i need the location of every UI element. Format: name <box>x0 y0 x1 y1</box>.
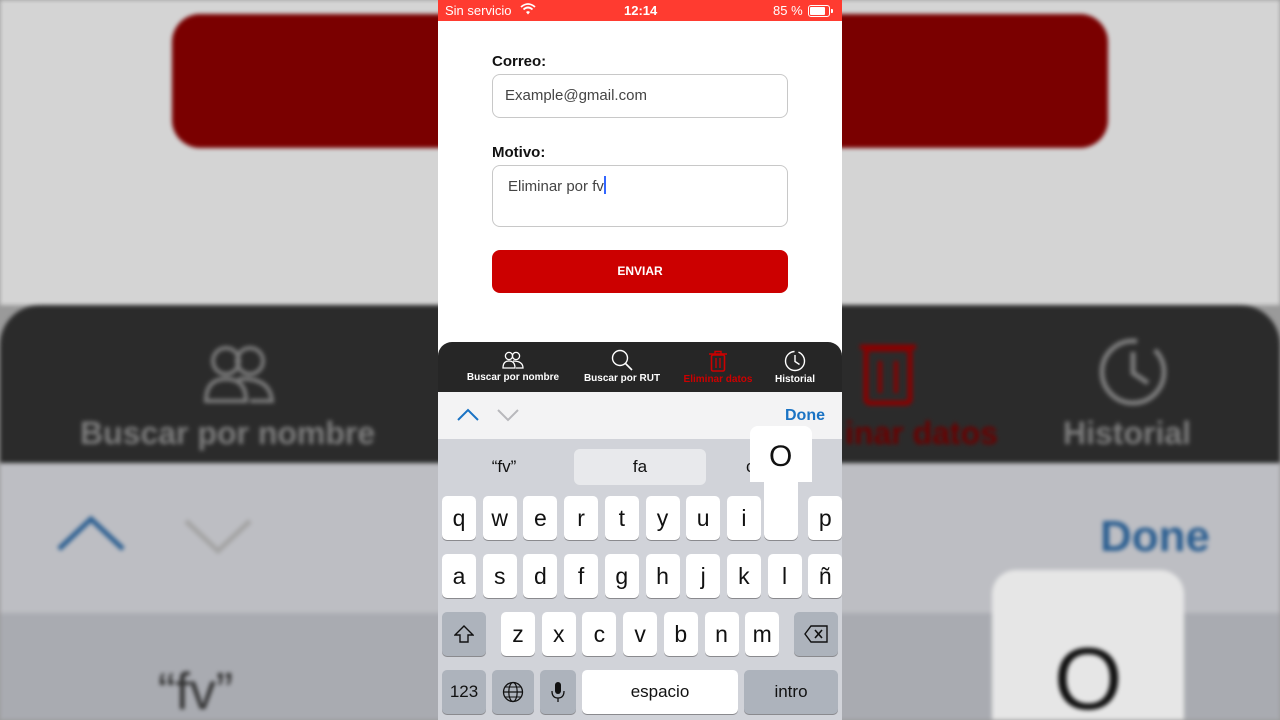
tab-buscar-rut[interactable]: Buscar por RUT <box>574 342 670 392</box>
key-z[interactable]: z <box>501 612 535 656</box>
status-bar: Sin servicio 12:14 85 % <box>438 0 842 21</box>
dictation-key[interactable] <box>540 670 576 714</box>
bg-tab-label: Historial <box>1063 415 1192 451</box>
return-key[interactable]: intro <box>744 670 838 714</box>
bg-key-popup: O <box>992 570 1184 720</box>
key-u[interactable]: u <box>686 496 721 540</box>
numbers-key[interactable]: 123 <box>442 670 486 714</box>
bg-people-icon <box>203 346 275 403</box>
globe-key[interactable] <box>492 670 534 714</box>
shift-key[interactable] <box>442 612 486 656</box>
key-s[interactable]: s <box>482 554 517 598</box>
backspace-key[interactable] <box>794 612 838 656</box>
carrier-label: Sin servicio <box>445 3 512 18</box>
done-button[interactable]: Done <box>785 407 825 425</box>
tab-label: Historial <box>774 374 815 385</box>
bg-tab-label: inar datos <box>845 415 998 451</box>
backspace-icon <box>804 625 828 643</box>
key-r[interactable]: r <box>564 496 599 540</box>
key-w[interactable]: w <box>482 496 517 540</box>
shift-icon <box>453 625 475 643</box>
search-icon <box>611 349 633 371</box>
email-label: Correo: <box>492 53 547 70</box>
tab-label: Buscar por nombre <box>466 372 560 383</box>
key-y[interactable]: y <box>645 496 680 540</box>
clock: 12:14 <box>624 3 658 18</box>
people-icon <box>502 351 524 369</box>
bg-chevron-up-icon <box>57 515 125 551</box>
key-m[interactable]: m <box>745 612 780 656</box>
key-p[interactable]: p <box>808 496 842 540</box>
key-ñ[interactable]: ñ <box>808 554 842 598</box>
key-c[interactable]: c <box>582 612 617 656</box>
key-i[interactable]: i <box>726 496 761 540</box>
reason-field[interactable]: Eliminar por fv <box>492 165 788 227</box>
key-j[interactable]: j <box>686 554 721 598</box>
email-field[interactable]: Example@gmail.com <box>492 74 788 118</box>
suggestion[interactable]: “fv” <box>448 449 560 485</box>
key-k[interactable]: k <box>726 554 761 598</box>
text-caret <box>603 176 606 194</box>
chevron-up-icon[interactable] <box>456 407 480 423</box>
phone-screen: Sin servicio 12:14 85 % Correo: Example@… <box>438 0 842 720</box>
key-e[interactable]: e <box>523 496 558 540</box>
key-h[interactable]: h <box>645 554 680 598</box>
email-value: Example@gmail.com <box>505 87 647 104</box>
bg-trash-icon <box>860 344 916 406</box>
bg-tab-label: Buscar por nombre <box>80 415 376 451</box>
key-a[interactable]: a <box>442 554 476 598</box>
bg-done: Done <box>1100 512 1210 561</box>
key-popup: O <box>750 426 812 482</box>
battery-percent: 85 % <box>773 3 803 18</box>
key-q[interactable]: q <box>442 496 476 540</box>
key-g[interactable]: g <box>604 554 639 598</box>
bg-clock-icon <box>1099 338 1167 406</box>
key-x[interactable]: x <box>541 612 576 656</box>
tab-label: Eliminar datos <box>683 374 753 385</box>
key-f[interactable]: f <box>564 554 599 598</box>
key-d[interactable]: d <box>523 554 558 598</box>
microphone-icon <box>551 682 565 702</box>
bg-chevron-down-icon <box>184 519 252 555</box>
clock-icon <box>784 350 806 372</box>
key-t[interactable]: t <box>604 496 639 540</box>
tab-label: Buscar por RUT <box>583 373 661 384</box>
key-n[interactable]: n <box>704 612 739 656</box>
key-b[interactable]: b <box>663 612 698 656</box>
tab-buscar-nombre[interactable]: Buscar por nombre <box>458 342 568 392</box>
tab-eliminar-datos[interactable]: Eliminar datos <box>674 342 762 392</box>
send-button[interactable]: ENVIAR <box>492 250 788 293</box>
key-popup-stem <box>764 478 798 540</box>
key-popup-letter: O <box>769 440 793 473</box>
key-v[interactable]: v <box>623 612 658 656</box>
trash-icon <box>709 350 727 372</box>
reason-value: Eliminar por fv <box>508 178 604 195</box>
bg-suggestion: “fv” <box>158 663 234 720</box>
suggestion[interactable]: fa <box>574 449 706 485</box>
tab-bar: Buscar por nombre Buscar por RUT Elimina… <box>438 342 842 392</box>
tab-historial[interactable]: Historial <box>768 342 822 392</box>
wifi-icon <box>520 3 536 15</box>
chevron-down-icon[interactable] <box>496 407 520 423</box>
globe-icon <box>502 681 524 703</box>
key-l[interactable]: l <box>767 554 802 598</box>
space-key[interactable]: espacio <box>582 670 738 714</box>
reason-label: Motivo: <box>492 144 546 161</box>
battery-icon <box>808 5 833 17</box>
